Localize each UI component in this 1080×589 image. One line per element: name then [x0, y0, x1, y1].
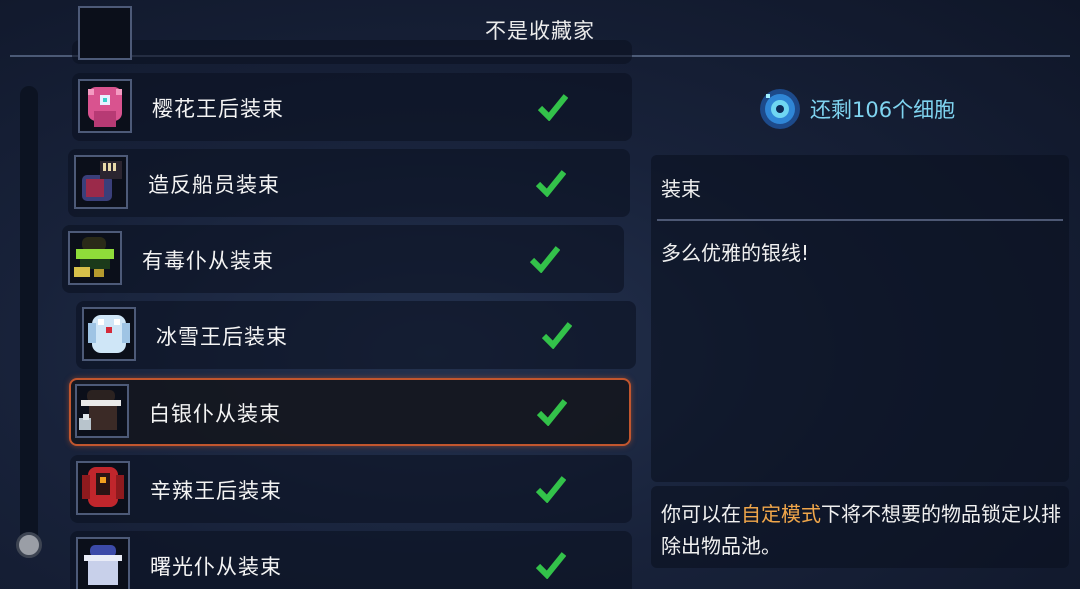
outfit-label: 曙光仆从装束 — [150, 555, 282, 579]
dawn-servant-outfit-icon — [76, 537, 130, 589]
mutineer-outfit-icon — [74, 155, 128, 209]
item-detail-panel: 装束 多么优雅的银线! — [651, 155, 1069, 482]
list-item[interactable]: 冰雪王后装束 — [76, 301, 636, 369]
spicy-queen-outfit-icon — [76, 461, 130, 515]
outfit-icon — [78, 6, 132, 60]
outfit-label: 造反船员装束 — [148, 173, 280, 197]
check-icon — [537, 399, 567, 426]
list-item-partial[interactable] — [72, 6, 632, 64]
item-description: 多么优雅的银线! — [661, 241, 810, 265]
cells-counter: 还剩106个细胞 — [758, 84, 955, 134]
outfit-label: 冰雪王后装束 — [156, 325, 288, 349]
hint-panel: 你可以在自定模式下将不想要的物品锁定以排除出物品池。 — [651, 486, 1069, 568]
check-icon — [536, 476, 566, 503]
check-icon — [536, 552, 566, 579]
outfit-label: 白银仆从装束 — [149, 402, 281, 426]
check-icon — [536, 170, 566, 197]
outfit-label: 辛辣王后装束 — [150, 479, 282, 503]
ice-queen-outfit-icon — [82, 307, 136, 361]
detail-divider — [657, 219, 1063, 221]
custom-mode-highlight: 自定模式 — [741, 502, 821, 526]
hint-text-before: 你可以在 — [661, 502, 741, 526]
sakura-queen-outfit-icon — [78, 79, 132, 133]
outfit-list: 樱花王后装束 造反船员装束 有毒仆从装束 冰雪王后装束 白银仆从装束 辛辣王后装… — [0, 0, 650, 589]
cell-icon — [760, 89, 800, 129]
list-item[interactable]: 樱花王后装束 — [72, 73, 632, 141]
list-item[interactable]: 有毒仆从装束 — [62, 225, 624, 293]
toxic-servant-outfit-icon — [68, 231, 122, 285]
outfit-label: 樱花王后装束 — [152, 97, 284, 121]
list-item[interactable]: 造反船员装束 — [68, 149, 630, 217]
list-item[interactable]: 辛辣王后装束 — [70, 455, 632, 523]
list-item-selected[interactable]: 白银仆从装束 — [69, 378, 631, 446]
cells-remaining-text: 还剩106个细胞 — [810, 98, 956, 122]
check-icon — [538, 94, 568, 121]
hint-text: 你可以在自定模式下将不想要的物品锁定以排除出物品池。 — [661, 498, 1061, 562]
outfit-label: 有毒仆从装束 — [142, 249, 274, 273]
check-icon — [530, 246, 560, 273]
silver-servant-outfit-icon — [75, 384, 129, 438]
item-category: 装束 — [661, 177, 701, 201]
check-icon — [542, 322, 572, 349]
list-item[interactable]: 曙光仆从装束 — [70, 531, 632, 589]
